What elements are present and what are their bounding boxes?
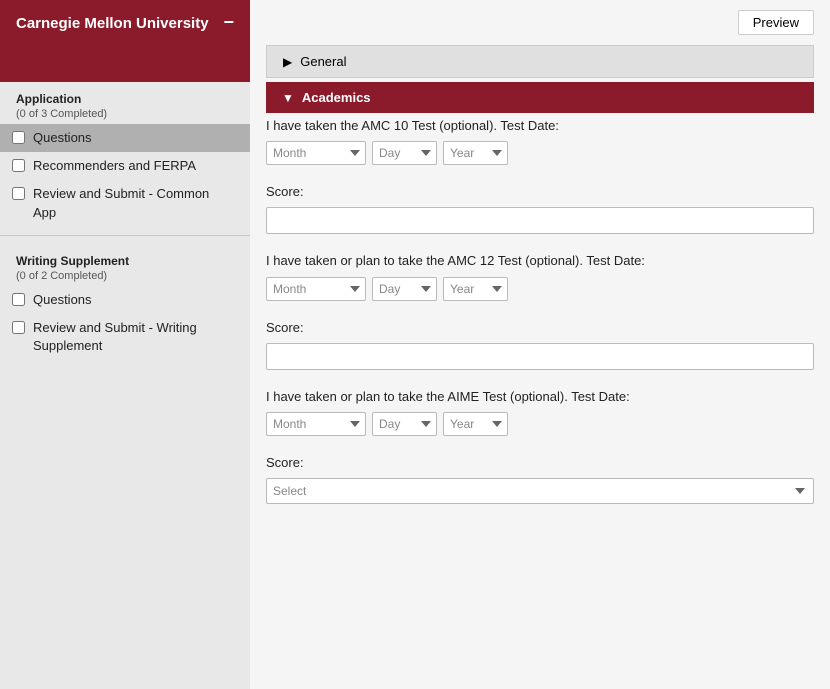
academics-section-header[interactable]: ▼ Academics: [266, 82, 814, 113]
amc10-day-select[interactable]: Day: [372, 141, 437, 165]
aime-month-select[interactable]: Month JanuaryFebruaryMarch AprilMayJune …: [266, 412, 366, 436]
sidebar-header: Carnegie Mellon University −: [0, 0, 250, 82]
main-header: Preview: [250, 0, 830, 45]
section-label-writing: Writing Supplement: [0, 244, 250, 270]
form-group-amc10: I have taken the AMC 10 Test (optional).…: [266, 117, 814, 165]
checkbox-review-common[interactable]: [12, 187, 25, 200]
amc10-month-select[interactable]: Month JanuaryFebruaryMarch AprilMayJune …: [266, 141, 366, 165]
checkbox-questions[interactable]: [12, 131, 25, 144]
amc12-day-select[interactable]: Day: [372, 277, 437, 301]
amc12-label: I have taken or plan to take the AMC 12 …: [266, 252, 814, 270]
amc10-score-input[interactable]: [266, 207, 814, 234]
form-group-aime: I have taken or plan to take the AIME Te…: [266, 388, 814, 436]
sidebar-item-review-common[interactable]: Review and Submit - Common App: [0, 180, 250, 226]
form-group-amc12: I have taken or plan to take the AMC 12 …: [266, 252, 814, 300]
form-group-amc12-score: Score:: [266, 319, 814, 370]
amc10-date-row: Month JanuaryFebruaryMarch AprilMayJune …: [266, 141, 814, 165]
sidebar-divider: [0, 235, 250, 236]
checkbox-review-writing[interactable]: [12, 321, 25, 334]
aime-year-select[interactable]: Year: [443, 412, 508, 436]
amc10-score-label: Score:: [266, 183, 814, 201]
section-meta-writing: (0 of 2 Completed): [0, 270, 250, 286]
amc12-score-label: Score:: [266, 319, 814, 337]
form-group-amc10-score: Score:: [266, 183, 814, 234]
sidebar-item-label-recommenders: Recommenders and FERPA: [33, 157, 196, 175]
sidebar-item-questions[interactable]: Questions: [0, 124, 250, 152]
aime-label: I have taken or plan to take the AIME Te…: [266, 388, 814, 406]
university-name: Carnegie Mellon University: [16, 14, 213, 34]
checkbox-recommenders[interactable]: [12, 159, 25, 172]
form-area: I have taken the AMC 10 Test (optional).…: [250, 117, 830, 538]
sidebar-item-label-questions: Questions: [33, 129, 92, 147]
aime-day-select[interactable]: Day: [372, 412, 437, 436]
academics-section-label: Academics: [302, 90, 371, 105]
form-group-aime-score: Score: Select: [266, 454, 814, 504]
academics-triangle: ▼: [282, 91, 294, 105]
sidebar-item-writing-questions[interactable]: Questions: [0, 286, 250, 314]
aime-score-label: Score:: [266, 454, 814, 472]
sidebar-item-label-review-common: Review and Submit - Common App: [33, 185, 234, 221]
minimize-button[interactable]: −: [223, 12, 234, 33]
amc12-month-select[interactable]: Month JanuaryFebruaryMarch AprilMayJune …: [266, 277, 366, 301]
general-section-header[interactable]: ▶ General: [266, 45, 814, 78]
sidebar: Carnegie Mellon University − Application…: [0, 0, 250, 689]
sidebar-item-label-writing-questions: Questions: [33, 291, 92, 309]
main-content: Preview ▶ General ▼ Academics I have tak…: [250, 0, 830, 689]
sidebar-item-review-writing[interactable]: Review and Submit - Writing Supplement: [0, 314, 250, 360]
amc10-year-select[interactable]: Year: [443, 141, 508, 165]
preview-button[interactable]: Preview: [738, 10, 814, 35]
amc12-score-input[interactable]: [266, 343, 814, 370]
general-section-label: General: [300, 54, 346, 69]
sidebar-item-recommenders[interactable]: Recommenders and FERPA: [0, 152, 250, 180]
amc10-label: I have taken the AMC 10 Test (optional).…: [266, 117, 814, 135]
amc12-year-select[interactable]: Year: [443, 277, 508, 301]
aime-date-row: Month JanuaryFebruaryMarch AprilMayJune …: [266, 412, 814, 436]
checkbox-writing-questions[interactable]: [12, 293, 25, 306]
aime-score-select[interactable]: Select: [266, 478, 814, 504]
sidebar-item-label-review-writing: Review and Submit - Writing Supplement: [33, 319, 234, 355]
amc12-date-row: Month JanuaryFebruaryMarch AprilMayJune …: [266, 277, 814, 301]
section-label-application: Application: [0, 82, 250, 108]
section-meta-application: (0 of 3 Completed): [0, 108, 250, 124]
general-triangle: ▶: [283, 55, 292, 69]
